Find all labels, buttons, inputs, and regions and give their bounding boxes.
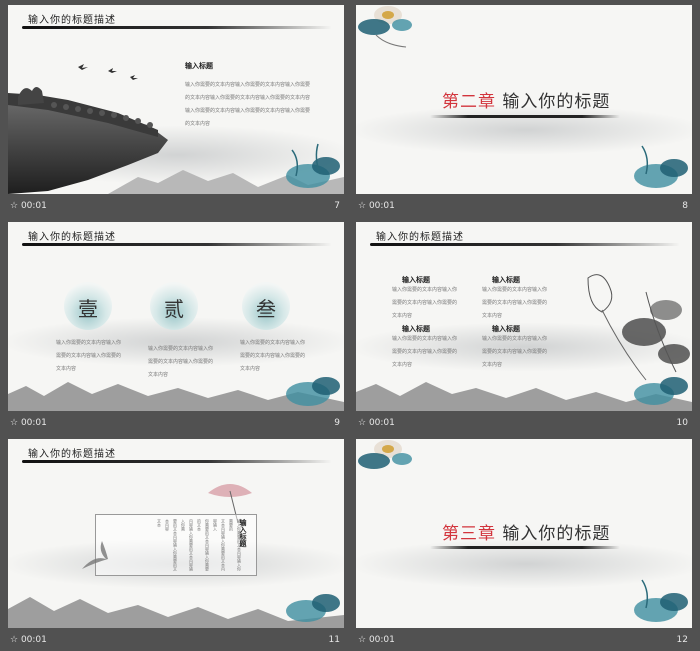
header-brush-line [22,460,332,463]
transition-time: ☆ 00:01 [10,418,47,428]
chapter-heading: 第二章 输入你的标题 [442,87,610,112]
time-value: 00:01 [20,418,47,428]
slide-header-title: 输入你的标题描述 [28,232,116,243]
body-line: 输入你需要的文本内容输入你 [392,336,458,342]
slide-number: 8 [682,201,688,211]
numeral-text: 叁 [256,297,276,321]
body-line: 的文本内容输入你需要的文本内容输入你需要的文本内容 [185,95,311,101]
numeral-text: 贰 [164,297,184,321]
slide-info-bar: ☆ 00:01 7 [8,198,344,214]
slide-info-bar: ☆ 00:01 9 [8,415,344,431]
body-line: 要的文本内容输入你需要的文本内容 [165,519,178,571]
lotus-ink-painting [286,377,340,406]
peony-ink-painting [358,6,412,48]
body-line: 文本内容 [392,313,413,319]
chapter-heading: 第三章 输入你的标题 [442,519,610,544]
numeral-text: 壹 [78,297,98,321]
numeral-badge: 贰 [150,282,198,330]
slide-info-bar: ☆ 00:01 8 [356,198,692,214]
time-value: 00:01 [20,201,47,211]
column-text: 输入你需要的文本内容输入你 需要的文本内容输入你需要的 文本内容 [56,337,121,376]
lotus-ink-painting [634,377,688,405]
body-line: 输入你需要的文本内容输入你 [482,287,548,293]
slide-number: 7 [334,201,340,211]
body-line: 文本内容输入你需要的文本内容输入 [213,519,226,571]
slide-thumbnail-7[interactable]: 输入你的标题描述 输入标题 输入你需要的文本内容输入你需要的文本内容输入你需要 … [8,5,344,217]
block-text: 输入你需要的文本内容输入你 需要的文本内容输入你需要的 文本内容 [482,284,547,323]
body-line: 需要的文本内容输入你需要的 [392,349,458,355]
slide-thumbnail-9[interactable]: 输入你的标题描述 壹 贰 叁 输入你需要的文本内容输入你 需要的文本内容输入你需… [8,222,344,434]
slide-header-title: 输入你的标题描述 [376,232,464,243]
transition-time: ☆ 00:01 [10,201,47,211]
slide-canvas: 输入你的标题描述 输入标题 输入你需要的文本内容输入你 需要的文本内容输入你需要… [356,222,692,411]
body-line: 输入你需要的文本内容输入你 [240,340,306,346]
body-line: 文本 [157,519,162,527]
chapter-number: 第二章 [442,92,496,112]
body-line: 文本内容 [392,362,413,368]
time-value: 00:01 [368,418,395,428]
peony-ink-painting [358,440,412,469]
chapter-brush-line [430,115,620,118]
time-value: 00:01 [368,635,395,645]
slide-info-bar: ☆ 00:01 10 [356,415,692,431]
body-line: 文本内容 [482,313,503,319]
crane-illustration [82,541,108,569]
chapter-brush-line [430,546,620,549]
chapter-title: 输入你的标题 [502,524,611,544]
body-line: 内容输入你需要的文本内容输入你需 [181,519,194,571]
block-text: 输入你需要的文本内容输入你 需要的文本内容输入你需要的 文本内容 [482,333,547,372]
lotus-ink-painting [634,145,688,188]
slide-thumbnail-12[interactable]: 第三章 输入你的标题 ☆ 00:01 12 [356,439,692,651]
body-line: 需要的文本内容输入你需要的 [148,359,214,365]
body-line: 的文本内容 [185,121,211,127]
body-line: 输入你需要的文本内容输入你需要的文本内容输入你需要 [185,82,311,88]
slide-canvas: 输入你的标题描述 壹 贰 叁 输入你需要的文本内容输入你 需要的文本内容输入你需… [8,222,344,411]
chapter-title: 输入你的标题 [502,92,611,112]
chapter-number: 第三章 [442,524,496,544]
lotus-ink-painting [286,594,340,622]
body-line: 需要的文本内容输入你需要的 [482,300,548,306]
slide-canvas: 第三章 输入你的标题 [356,439,692,628]
body-text: 输入你需要的文本内容输入你需要的文本内容输入你需要 的文本内容输入你需要的文本内… [185,79,310,131]
header-brush-line [370,243,680,246]
slide-number: 10 [676,418,688,428]
body-line: 你需要的文本内容输入你需要的文本 [197,519,210,571]
slide-canvas: 输入你的标题描述 输入你需要的文本内容输入你需要的 文本内容输入你需要的文本内容… [8,439,344,628]
body-line: 需要的文本内容输入你需要的 [56,353,122,359]
vertical-title: 输入标题 [239,519,247,547]
content-subtitle: 输入标题 [185,62,213,70]
body-line: 输入你需要的文本内容输入你 [148,346,214,352]
body-line: 输入你需要的文本内容输入你 [392,287,458,293]
body-line: 输入你需要的文本内容输入你需要的文本内容输入你需要 [185,108,311,114]
block-text: 输入你需要的文本内容输入你 需要的文本内容输入你需要的 文本内容 [392,284,457,323]
block-text: 输入你需要的文本内容输入你 需要的文本内容输入你需要的 文本内容 [392,333,457,372]
lotus-ink-painting [286,143,340,188]
body-line: 输入你需要的文本内容输入你 [482,336,548,342]
header-brush-line [22,243,332,246]
transition-time: ☆ 00:01 [358,201,395,211]
body-line: 需要的文本内容输入你需要的 [482,349,548,355]
slide-thumbnail-8[interactable]: 第二章 输入你的标题 ☆ 00:01 8 [356,5,692,217]
slide-thumbnail-10[interactable]: 输入你的标题描述 输入标题 输入你需要的文本内容输入你 需要的文本内容输入你需要… [356,222,692,434]
time-value: 00:01 [368,201,395,211]
lotus-ink-painting [634,579,688,622]
body-line: 需要的文本内容输入你需要的 [392,300,458,306]
body-line: 输入你需要的文本内容输入你 [56,340,122,346]
vertical-body-text: 输入你需要的文本内容输入你需要的 文本内容输入你需要的文本内容输入 你需要的文本… [113,519,243,571]
slide-canvas: 输入你的标题描述 输入标题 输入你需要的文本内容输入你需要的文本内容输入你需要 … [8,5,344,194]
slide-canvas: 第二章 输入你的标题 [356,5,692,194]
slide-thumbnail-11[interactable]: 输入你的标题描述 输入你需要的文本内容输入你需要的 文本内容输入你需要的文本内容… [8,439,344,651]
slide-number: 9 [334,418,340,428]
numeral-badge: 叁 [242,282,290,330]
slide-header-title: 输入你的标题描述 [28,449,116,460]
transition-time: ☆ 00:01 [358,418,395,428]
body-line: 文本内容 [482,362,503,368]
time-value: 00:01 [20,635,47,645]
numeral-badge: 壹 [64,282,112,330]
